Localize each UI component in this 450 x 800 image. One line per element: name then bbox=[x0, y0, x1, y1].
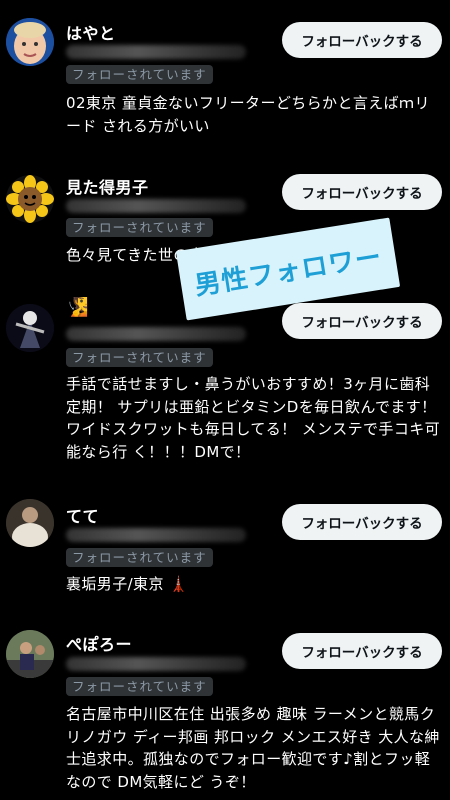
avatar[interactable] bbox=[6, 304, 54, 352]
follow-back-button[interactable]: フォローバックする bbox=[282, 504, 442, 540]
avatar[interactable] bbox=[6, 630, 54, 678]
sunflower-icon bbox=[6, 175, 54, 223]
avatar[interactable] bbox=[6, 18, 54, 66]
follows-you-badge: フォローされています bbox=[66, 218, 213, 237]
bio-text: 02東京 童貞金ないフリーターどちらかと言えばｍリード される方がいい bbox=[66, 94, 430, 135]
avatar-image-icon bbox=[6, 304, 54, 352]
follow-back-button[interactable]: フォローバックする bbox=[282, 174, 442, 210]
handle-redacted bbox=[66, 199, 246, 213]
avatar[interactable] bbox=[6, 175, 54, 223]
handle-redacted bbox=[66, 45, 246, 59]
follows-you-badge: フォローされています bbox=[66, 65, 213, 84]
handle-redacted bbox=[66, 327, 246, 341]
avatar[interactable] bbox=[6, 499, 54, 547]
deaf-person-icon: 🧏 bbox=[66, 297, 89, 318]
display-name: てて bbox=[66, 507, 100, 526]
follows-you-badge: フォローされています bbox=[66, 348, 213, 367]
follows-you-badge: フォローされています bbox=[66, 677, 213, 696]
handle-redacted bbox=[66, 528, 246, 542]
display-name: ぺぽろー bbox=[66, 635, 133, 654]
follow-back-button[interactable]: フォローバックする bbox=[282, 22, 442, 58]
follows-you-badge: フォローされています bbox=[66, 548, 213, 567]
avatar-image-icon bbox=[6, 630, 54, 678]
follow-back-button[interactable]: フォローバックする bbox=[282, 303, 442, 339]
bio-text: 手話で話せますし・鼻うがいおすすめ！3ヶ月に歯科定期！ サプリは亜鉛とビタミンD… bbox=[66, 375, 441, 461]
follow-back-button[interactable]: フォローバックする bbox=[282, 633, 442, 669]
bio-text: 裏垢男子/東京 🗼 bbox=[66, 575, 189, 593]
avatar-image-icon bbox=[6, 499, 54, 547]
bio-text: 名古屋市中川区在住 出張多め 趣味 ラーメンと競馬クリノガウ ディー邦画 邦ロッ… bbox=[66, 705, 440, 791]
avatar-image-icon bbox=[6, 18, 54, 66]
display-name: 見た得男子 bbox=[66, 178, 149, 197]
handle-redacted bbox=[66, 657, 246, 671]
display-name: はやと bbox=[66, 24, 116, 43]
